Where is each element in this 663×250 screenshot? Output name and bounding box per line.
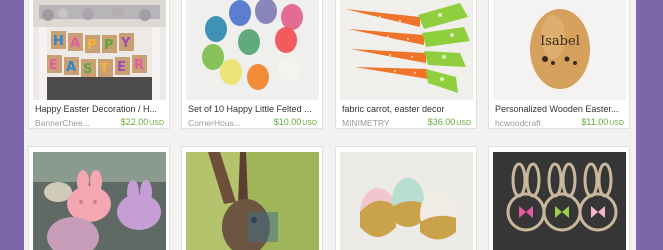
listing-price: $11.00USD bbox=[581, 117, 624, 127]
shop-name[interactable]: BannerChee... bbox=[35, 118, 105, 128]
favorites-panel: H A P P Y E A S T E R Happy Easter Decor… bbox=[24, 0, 636, 250]
banner-letter: R bbox=[134, 58, 144, 73]
banner-letter: E bbox=[49, 58, 58, 73]
listing-image-soap-bunnies[interactable] bbox=[33, 152, 166, 250]
listing-title[interactable]: Set of 10 Happy Little Felted ... bbox=[188, 104, 316, 114]
listing-image-bunny-wreaths[interactable] bbox=[493, 152, 626, 250]
shop-name[interactable]: hcwoodcraft bbox=[495, 118, 565, 128]
egg-name-text: Isabel bbox=[540, 34, 580, 49]
banner-letter: E bbox=[117, 60, 126, 75]
listing-image-easter-banner[interactable]: H A P P Y E A S T E R bbox=[33, 0, 166, 100]
banner-letter: S bbox=[83, 62, 92, 77]
listing-card-5[interactable] bbox=[28, 146, 170, 250]
listing-card-2[interactable]: Set of 10 Happy Little Felted ... Corner… bbox=[181, 0, 323, 129]
listing-image-gold-eggs[interactable] bbox=[340, 152, 473, 250]
listing-image-fabric-carrots[interactable] bbox=[340, 0, 473, 100]
banner-letter: P bbox=[87, 38, 97, 53]
listing-price: $22.00USD bbox=[120, 117, 164, 127]
listing-title[interactable]: Happy Easter Decoration / H... bbox=[35, 104, 163, 114]
listing-card-3[interactable]: fabric carrot, easter decor MINIMETRY $3… bbox=[335, 0, 477, 129]
banner-letter: Y bbox=[120, 36, 131, 51]
listing-price: $10.00USD bbox=[273, 117, 317, 127]
listing-price: $36.00USD bbox=[427, 117, 471, 127]
listing-image-felted-eggs[interactable] bbox=[186, 0, 319, 100]
listing-card-4[interactable]: Isabel Personalized Wooden Easter... hcw… bbox=[488, 0, 630, 129]
listing-image-wooden-egg[interactable]: Isabel bbox=[493, 0, 626, 100]
listing-card-6[interactable] bbox=[181, 146, 323, 250]
banner-letter: A bbox=[66, 60, 76, 75]
listing-card-7[interactable] bbox=[335, 146, 477, 250]
banner-letter: H bbox=[53, 34, 64, 49]
banner-letter: A bbox=[70, 36, 80, 51]
banner-letter: P bbox=[104, 38, 114, 53]
listing-image-rabbit-painting[interactable] bbox=[186, 152, 319, 250]
listing-card-8[interactable] bbox=[488, 146, 630, 250]
banner-letter: T bbox=[100, 62, 109, 77]
listing-title[interactable]: fabric carrot, easter decor bbox=[342, 104, 470, 114]
listing-title[interactable]: Personalized Wooden Easter... bbox=[495, 104, 623, 114]
listing-card-1[interactable]: H A P P Y E A S T E R Happy Easter Decor… bbox=[28, 0, 170, 129]
shop-name[interactable]: MINIMETRY bbox=[342, 118, 412, 128]
shop-name[interactable]: CornerHous... bbox=[188, 118, 258, 128]
